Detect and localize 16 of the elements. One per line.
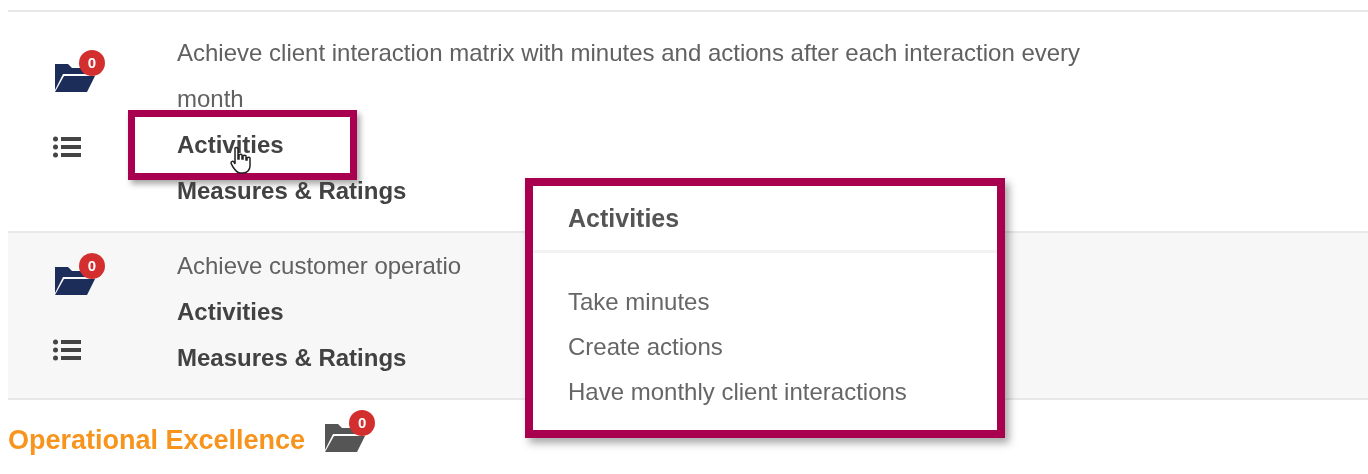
count-badge: 0 <box>79 253 105 279</box>
list-icon[interactable] <box>53 339 81 361</box>
activity-item: Have monthly client interactions <box>567 376 908 407</box>
count-badge: 0 <box>349 410 376 437</box>
goal-link[interactable]: Measures & Ratings <box>177 335 407 381</box>
goal-link[interactable]: Activities <box>177 289 284 335</box>
goal-link[interactable]: Activities <box>177 122 284 168</box>
goal-description: Achieve client interaction matrix with minutes and actions after each interaction every month <box>177 38 1082 114</box>
count-badge: 0 <box>79 50 105 76</box>
section-title: Operational Excellence <box>8 424 306 457</box>
popover-title: Activities <box>533 186 997 253</box>
activity-item: Create actions <box>567 331 724 362</box>
goal-description: Achieve customer operatio <box>177 251 462 281</box>
list-icon[interactable] <box>53 136 81 158</box>
activity-item: Take minutes <box>567 286 711 317</box>
goal-link[interactable]: Measures & Ratings <box>177 168 407 214</box>
